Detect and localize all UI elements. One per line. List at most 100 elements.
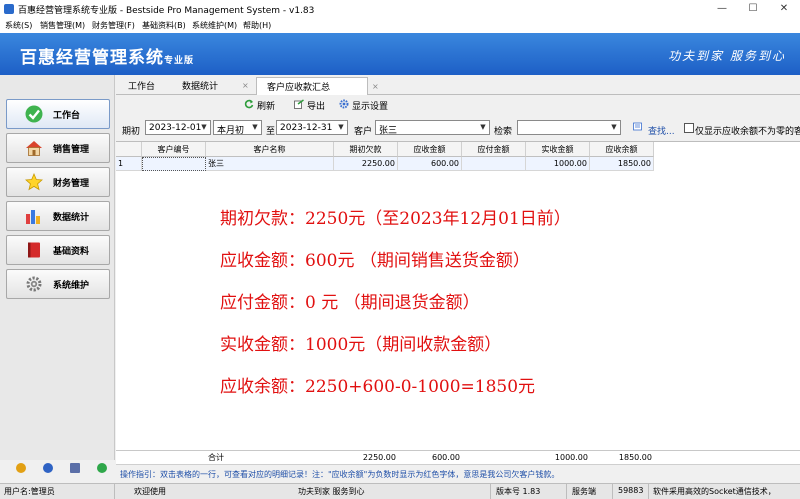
nav-label: 财务管理 [53,179,90,189]
check-icon [25,105,43,123]
receivable-cell[interactable]: 600.00 [398,157,462,171]
close-icon[interactable]: × [372,82,379,91]
settings-icon [339,99,349,109]
app-banner: 百惠经营管理系统专业版 功夫到家 服务到心 [0,33,800,75]
info-icon[interactable] [43,463,53,473]
menu-basic-data[interactable]: 基础资料(B) [142,20,186,31]
annotation-opening: 期初欠款：2250元（至2023年12月01日前） [220,209,571,229]
close-button[interactable]: ✕ [769,0,799,18]
maximize-button[interactable]: ☐ [738,0,768,18]
nav-statistics[interactable]: 数据统计 [6,201,110,231]
nav-label: 工作台 [53,111,81,121]
close-icon[interactable]: × [242,81,249,90]
status-welcome: 欢迎使用 [134,487,166,496]
balance-cell[interactable]: 1850.00 [590,157,654,171]
column-header[interactable] [116,142,142,157]
banner-slogan: 功夫到家 服务到心 [668,49,786,63]
customer-code-cell[interactable] [142,157,206,171]
date-from-picker[interactable]: 2023-12-01 ▼ [145,120,211,135]
received-cell[interactable]: 1000.00 [526,157,590,171]
chevron-down-icon[interactable]: ▼ [199,122,209,133]
footer-total-label: 合计 [208,453,224,462]
nav-sales[interactable]: 销售管理 [6,133,110,163]
power-icon[interactable] [97,463,107,473]
status-server-label: 服务端 [572,487,596,496]
star-icon [25,173,43,191]
nav-label: 基础资料 [53,247,90,257]
window-title: 百惠经营管理系统专业版 - Bestside Pro Management Sy… [18,6,315,16]
annotation-receivable: 应收金额：600元 （期间销售送货金额） [220,251,530,271]
period-label: 期初 [122,127,141,137]
status-info: 软件采用高效的Socket通信技术， [653,487,776,496]
nav-finance[interactable]: 财务管理 [6,167,110,197]
divider [116,450,800,451]
column-header[interactable]: 应收余额 [590,142,654,157]
divider [490,484,491,499]
customer-label: 客户 [354,127,373,137]
calculator-icon[interactable] [70,463,80,473]
divider [648,484,649,499]
refresh-icon [244,99,254,109]
column-header[interactable]: 客户编号 [142,142,206,157]
title-bar: 百惠经营管理系统专业版 - Bestside Pro Management Sy… [0,0,800,18]
divider [566,484,567,499]
chevron-down-icon[interactable]: ▼ [609,122,619,133]
app-icon [4,4,14,14]
minimize-button[interactable]: — [707,0,737,18]
nav-label: 销售管理 [53,145,90,155]
tab-statistics[interactable]: 数据统计 × [172,77,254,93]
status-user: 用户名:管理员 [4,487,55,496]
divider [612,484,613,499]
find-icon[interactable] [633,122,643,132]
chevron-down-icon[interactable]: ▼ [478,122,488,133]
period-type-select[interactable]: 本月初 ▼ [213,120,262,136]
lock-icon[interactable] [16,463,26,473]
customer-select[interactable]: 张三 ▼ [375,120,490,136]
footer-received: 1000.00 [554,453,588,462]
opening-debt-cell[interactable]: 2250.00 [334,157,398,171]
row-index: 1 [116,157,142,171]
column-header[interactable]: 应收金额 [398,142,462,157]
annotation-balance: 应收余额：2250+600-0-1000=1850元 [220,377,536,397]
menu-finance[interactable]: 财务管理(F) [92,20,135,31]
status-port: 59883 [618,486,644,495]
nav-basic-data[interactable]: 基础资料 [6,235,110,265]
footer-balance: 1850.00 [618,453,652,462]
column-header[interactable]: 客户名称 [206,142,334,157]
customer-name-cell[interactable]: 张三 [206,157,334,171]
status-version: 版本号 1.83 [496,487,541,496]
menu-system[interactable]: 系统(S) [5,20,32,31]
book-icon [28,242,40,258]
status-bar: 用户名:管理员 欢迎使用 功夫到家 服务到心 版本号 1.83 服务端 5988… [0,483,800,499]
menu-sales[interactable]: 销售管理(M) [40,20,85,31]
brand-title: 百惠经营管理系统专业版 [20,48,195,68]
footer-opening: 2250.00 [362,453,396,462]
menu-bar: 系统(S) 销售管理(M) 财务管理(F) 基础资料(B) 系统维护(M) 帮助… [0,18,800,33]
left-nav: 工作台 销售管理 财务管理 数据统计 基础资料 系统维护 [0,75,115,460]
footer-receivable: 600.00 [432,453,460,462]
date-to-picker[interactable]: 2023-12-31 ▼ [276,120,348,135]
to-label: 至 [266,127,276,137]
table-row[interactable]: 1 张三 2250.00 600.00 1000.00 1850.00 [116,157,654,171]
operation-hint: 操作指引：双击表格的一行，可查看对应的明细记录！注："应收余额"为负数时显示为红… [116,464,800,481]
find-link[interactable]: 查找... [648,124,675,137]
export-icon [294,99,304,109]
tab-customer-receivables[interactable]: 客户应收款汇总 × [256,77,379,95]
tab-strip: 工作台 数据统计 × 客户应收款汇总 × [116,75,800,95]
nav-workbench[interactable]: 工作台 [6,99,110,129]
menu-maintenance[interactable]: 系统维护(M) [192,20,237,31]
chevron-down-icon[interactable]: ▼ [336,122,346,133]
menu-help[interactable]: 帮助(H) [243,20,271,31]
nav-maintenance[interactable]: 系统维护 [6,269,110,299]
chevron-down-icon[interactable]: ▼ [250,122,260,133]
payable-cell[interactable] [462,157,526,171]
column-header[interactable]: 期初欠款 [334,142,398,157]
annotation-received: 实收金额：1000元（期间收款金额） [220,335,502,355]
tab-workbench[interactable]: 工作台 [118,77,172,93]
column-header[interactable]: 应付金额 [462,142,526,157]
house-icon [26,141,42,156]
search-select[interactable]: ▼ [517,120,621,135]
only-nonzero-checkbox[interactable] [684,123,694,133]
search-label: 检索 [494,127,513,137]
column-header[interactable]: 实收金额 [526,142,590,157]
